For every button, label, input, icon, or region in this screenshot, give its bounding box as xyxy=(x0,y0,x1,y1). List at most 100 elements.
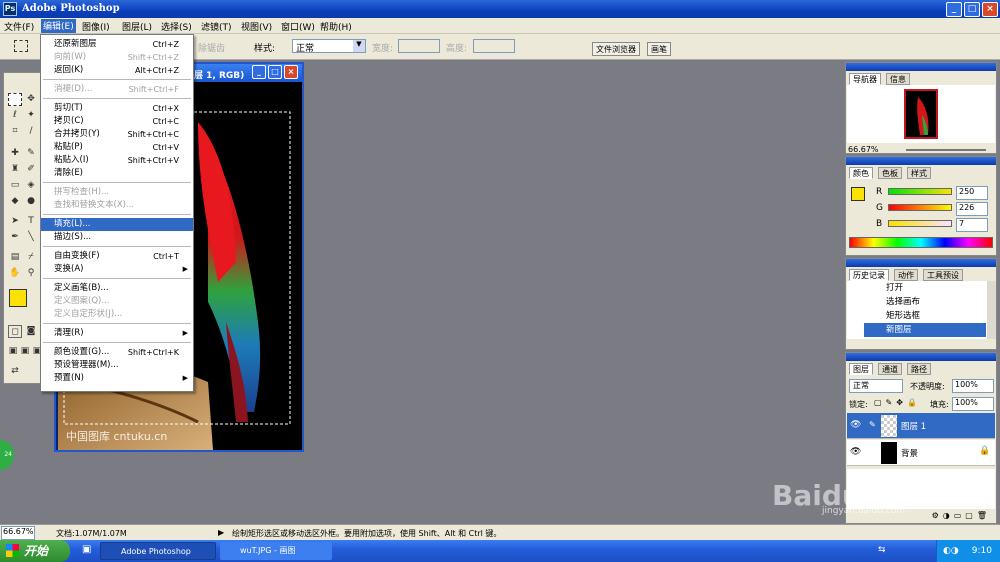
blend-mode-select[interactable]: 正常 xyxy=(849,379,903,393)
edit-menu-item[interactable]: 填充(L)... xyxy=(41,218,193,231)
maximize-button[interactable]: □ xyxy=(964,2,980,17)
menu-help[interactable]: 帮助(H) xyxy=(320,20,352,33)
tab-styles[interactable]: 样式 xyxy=(907,167,931,179)
edit-menu-item[interactable]: 剪切(T) Ctrl+X xyxy=(41,102,193,115)
layer-name[interactable]: 背景 xyxy=(901,447,918,459)
healing-brush-icon[interactable]: ✚ xyxy=(8,147,22,160)
opacity-input[interactable]: 100% xyxy=(952,379,994,393)
history-scrollbar[interactable] xyxy=(987,281,996,339)
edit-menu-item[interactable]: 自由变换(F) Ctrl+T xyxy=(41,250,193,263)
edit-menu-item[interactable]: 定义画笔(B)... xyxy=(41,282,193,295)
marquee-tool-icon[interactable] xyxy=(14,40,28,52)
magic-wand-icon[interactable]: ✦ xyxy=(24,109,38,122)
b-value-input[interactable]: 7 xyxy=(956,218,988,232)
menu-view[interactable]: 视图(V) xyxy=(241,20,272,33)
tab-tool-presets[interactable]: 工具预设 xyxy=(923,269,963,281)
tab-navigator[interactable]: 导航器 xyxy=(849,73,881,85)
tab-channels[interactable]: 通道 xyxy=(878,363,902,375)
close-button[interactable]: × xyxy=(982,2,998,17)
doc-maximize-button[interactable]: □ xyxy=(268,65,282,79)
tray-icons[interactable]: ◐◑ xyxy=(943,540,959,562)
standard-mode-icon[interactable]: ◻ xyxy=(8,325,22,338)
zoom-tool-icon[interactable]: ⚲ xyxy=(24,267,38,280)
type-tool-icon[interactable]: T xyxy=(24,215,38,228)
status-doc-size[interactable]: 文档:1.07M/1.07M xyxy=(56,528,127,539)
layer-row-1[interactable]: 👁 ✎ 图层 1 xyxy=(847,413,995,439)
tab-swatches[interactable]: 色板 xyxy=(878,167,902,179)
chevron-down-icon[interactable]: ▼ xyxy=(353,40,365,52)
menu-window[interactable]: 窗口(W) xyxy=(281,20,315,33)
status-zoom[interactable]: 66.67% xyxy=(1,526,35,540)
edit-menu-item[interactable]: 粘贴入(I) Shift+Ctrl+V xyxy=(41,154,193,167)
blur-tool-icon[interactable]: ◆ xyxy=(8,195,22,208)
edit-menu-item[interactable]: 合并拷贝(Y) Shift+Ctrl+C xyxy=(41,128,193,141)
edit-menu-item[interactable]: 变换(A) ▶ xyxy=(41,263,193,276)
tab-color[interactable]: 颜色 xyxy=(849,167,873,179)
edit-menu-item[interactable]: 粘贴(P) Ctrl+V xyxy=(41,141,193,154)
history-item-open[interactable]: 打开 xyxy=(864,281,986,295)
navigator-preview[interactable] xyxy=(847,85,995,143)
menu-file[interactable]: 文件(F) xyxy=(4,20,34,33)
g-value-input[interactable]: 226 xyxy=(956,202,988,216)
path-select-icon[interactable]: ➤ xyxy=(8,215,22,228)
doc-close-button[interactable]: × xyxy=(284,65,298,79)
line-tool-icon[interactable]: ╲ xyxy=(24,231,38,244)
doc-minimize-button[interactable]: _ xyxy=(252,65,266,79)
menu-edit[interactable]: 编辑(E) xyxy=(41,19,76,33)
layer-row-background[interactable]: 👁 背景 🔒 xyxy=(847,440,995,466)
r-value-input[interactable]: 250 xyxy=(956,186,988,200)
tab-info[interactable]: 信息 xyxy=(886,73,910,85)
panel-title-bar[interactable] xyxy=(846,157,996,165)
dodge-tool-icon[interactable]: ● xyxy=(24,195,38,208)
eye-icon[interactable]: 👁 xyxy=(850,447,861,457)
clone-stamp-icon[interactable]: ♜ xyxy=(8,163,22,176)
edit-menu-item[interactable]: 预置(N) ▶ xyxy=(41,372,193,385)
tab-history[interactable]: 历史记录 xyxy=(849,269,889,281)
foreground-color-swatch[interactable] xyxy=(9,289,27,307)
menu-layer[interactable]: 图层(L) xyxy=(122,20,152,33)
edit-menu-item[interactable]: 清理(R) ▶ xyxy=(41,327,193,340)
height-input[interactable] xyxy=(473,39,515,53)
show-desktop-icon[interactable]: ▣ xyxy=(82,544,91,555)
move-tool-icon[interactable]: ✥ xyxy=(24,93,38,106)
tab-layers[interactable]: 图层 xyxy=(849,363,873,375)
navigator-thumbnail[interactable] xyxy=(904,89,938,139)
brush-tool-icon[interactable]: ✎ xyxy=(24,147,38,160)
menu-select[interactable]: 选择(S) xyxy=(161,20,192,33)
navigator-zoom-slider[interactable] xyxy=(906,149,986,151)
hand-tool-icon[interactable]: ✋ xyxy=(8,267,22,280)
edit-menu-item[interactable]: 描边(S)... xyxy=(41,231,193,244)
navigator-zoom[interactable]: 66.67% xyxy=(848,145,879,154)
r-slider[interactable] xyxy=(888,188,952,195)
notes-tool-icon[interactable]: ▤ xyxy=(8,251,22,264)
eyedropper-icon[interactable]: ⌿ xyxy=(24,251,38,264)
eye-icon[interactable]: 👁 xyxy=(850,420,861,430)
pen-tool-icon[interactable]: ✒ xyxy=(8,231,22,244)
menu-filter[interactable]: 滤镜(T) xyxy=(201,20,232,33)
slice-tool-icon[interactable]: / xyxy=(24,125,38,138)
panel-title-bar[interactable] xyxy=(846,63,996,71)
task-photoshop[interactable]: Adobe Photoshop xyxy=(100,542,216,560)
panel-title-bar[interactable] xyxy=(846,259,996,267)
side-badge[interactable]: 24 xyxy=(0,440,14,470)
layer-name[interactable]: 图层 1 xyxy=(901,420,926,432)
edit-menu-item[interactable]: 预设管理器(M)... xyxy=(41,359,193,372)
history-item-new-layer[interactable]: 新图层 xyxy=(864,323,986,337)
fill-input[interactable]: 100% xyxy=(952,397,994,411)
edit-menu-item[interactable]: 颜色设置(G)... Shift+Ctrl+K xyxy=(41,346,193,359)
foreground-color-swatch[interactable] xyxy=(851,187,865,201)
color-ramp[interactable] xyxy=(849,237,993,248)
imageready-icon[interactable]: ⇄ xyxy=(8,365,22,378)
minimize-button[interactable]: _ xyxy=(946,2,962,17)
crop-tool-icon[interactable]: ⌗ xyxy=(8,125,22,138)
history-item-rect-marquee[interactable]: 矩形选框 xyxy=(864,309,986,323)
play-arrow-icon[interactable]: ▶ xyxy=(218,528,224,537)
history-brush-icon[interactable]: ✐ xyxy=(24,163,38,176)
tab-actions[interactable]: 动作 xyxy=(894,269,918,281)
menu-image[interactable]: 图像(I) xyxy=(82,20,110,33)
lock-icons[interactable]: ▢✎✥🔒 xyxy=(874,398,921,407)
marquee-tool-icon[interactable] xyxy=(8,93,22,106)
style-select[interactable]: 正常 ▼ xyxy=(292,39,366,54)
edit-menu-item[interactable]: 还原新图层 Ctrl+Z xyxy=(41,38,193,51)
tab-paths[interactable]: 路径 xyxy=(907,363,931,375)
